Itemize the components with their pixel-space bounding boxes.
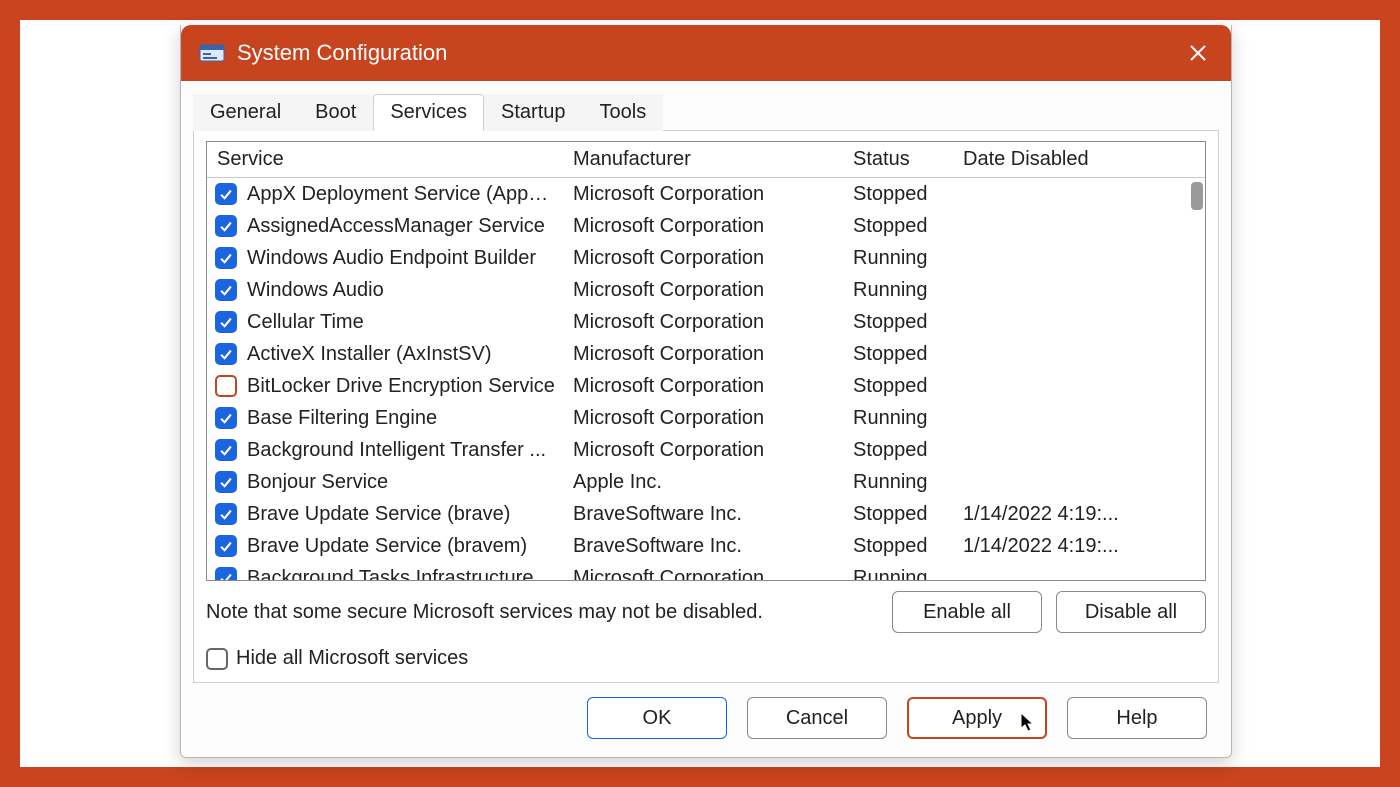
service-manufacturer: BraveSoftware Inc. <box>567 503 847 526</box>
service-name: BitLocker Drive Encryption Service <box>247 375 555 398</box>
service-checkbox[interactable] <box>215 375 237 397</box>
dialog-footer: OK Cancel Apply Help <box>193 683 1219 743</box>
service-checkbox[interactable] <box>215 471 237 493</box>
service-name: Windows Audio Endpoint Builder <box>247 247 536 270</box>
tab-startup[interactable]: Startup <box>484 94 582 131</box>
tab-tools[interactable]: Tools <box>583 94 664 131</box>
note-text: Note that some secure Microsoft services… <box>206 601 878 624</box>
service-row[interactable]: Cellular Time Microsoft CorporationStoppe… <box>207 306 1205 338</box>
service-manufacturer: Microsoft Corporation <box>567 183 847 206</box>
apply-button-label: Apply <box>952 707 1002 730</box>
service-name: Base Filtering Engine <box>247 407 437 430</box>
service-status: Running <box>847 279 957 302</box>
service-status: Running <box>847 247 957 270</box>
service-checkbox[interactable] <box>215 215 237 237</box>
hide-ms-services-checkbox[interactable] <box>206 648 228 670</box>
service-status: Stopped <box>847 343 957 366</box>
service-row[interactable]: AppX Deployment Service (AppX... Microsof… <box>207 178 1205 210</box>
column-header-date-disabled[interactable]: Date Disabled <box>957 148 1205 171</box>
service-manufacturer: BraveSoftware Inc. <box>567 535 847 558</box>
apply-button[interactable]: Apply <box>907 697 1047 739</box>
cancel-button[interactable]: Cancel <box>747 697 887 739</box>
ok-button[interactable]: OK <box>587 697 727 739</box>
service-date-disabled: 1/14/2022 4:19:... <box>957 535 1205 558</box>
help-button[interactable]: Help <box>1067 697 1207 739</box>
service-row[interactable]: ActiveX Installer (AxInstSV) Microsoft Co… <box>207 338 1205 370</box>
service-manufacturer: Microsoft Corporation <box>567 247 847 270</box>
service-name: Windows Audio <box>247 279 384 302</box>
tab-services[interactable]: Services <box>373 94 484 131</box>
tab-general[interactable]: General <box>193 94 298 131</box>
close-button[interactable] <box>1183 38 1213 68</box>
service-manufacturer: Microsoft Corporation <box>567 567 847 581</box>
service-row[interactable]: Background Tasks Infrastructure Microsoft… <box>207 562 1205 580</box>
service-manufacturer: Microsoft Corporation <box>567 407 847 430</box>
service-status: Running <box>847 407 957 430</box>
service-row[interactable]: Base Filtering Engine Microsoft Corporati… <box>207 402 1205 434</box>
service-status: Stopped <box>847 311 957 334</box>
service-manufacturer: Microsoft Corporation <box>567 343 847 366</box>
tab-boot[interactable]: Boot <box>298 94 373 131</box>
service-name: ActiveX Installer (AxInstSV) <box>247 343 492 366</box>
service-name: Cellular Time <box>247 311 364 334</box>
service-row[interactable]: Bonjour Service Apple Inc.Running <box>207 466 1205 498</box>
service-status: Stopped <box>847 215 957 238</box>
service-status: Stopped <box>847 439 957 462</box>
window-title: System Configuration <box>237 40 447 66</box>
service-status: Stopped <box>847 183 957 206</box>
service-row[interactable]: Windows Audio Microsoft CorporationRunnin… <box>207 274 1205 306</box>
disable-all-button[interactable]: Disable all <box>1056 591 1206 633</box>
service-manufacturer: Microsoft Corporation <box>567 279 847 302</box>
service-status: Stopped <box>847 503 957 526</box>
service-name: Brave Update Service (brave) <box>247 503 510 526</box>
service-status: Running <box>847 471 957 494</box>
service-row[interactable]: Background Intelligent Transfer ... Micro… <box>207 434 1205 466</box>
service-manufacturer: Microsoft Corporation <box>567 215 847 238</box>
service-checkbox[interactable] <box>215 567 237 580</box>
service-checkbox[interactable] <box>215 183 237 205</box>
hide-ms-services-label: Hide all Microsoft services <box>236 647 468 670</box>
service-checkbox[interactable] <box>215 279 237 301</box>
service-row[interactable]: Brave Update Service (brave) BraveSoftwar… <box>207 498 1205 530</box>
column-header-manufacturer[interactable]: Manufacturer <box>567 148 847 171</box>
service-checkbox[interactable] <box>215 311 237 333</box>
column-header-status[interactable]: Status <box>847 148 957 171</box>
service-row[interactable]: AssignedAccessManager Service Microsoft C… <box>207 210 1205 242</box>
service-checkbox[interactable] <box>215 503 237 525</box>
service-row[interactable]: Brave Update Service (bravem) BraveSoftwa… <box>207 530 1205 562</box>
service-name: AppX Deployment Service (AppX... <box>247 183 557 206</box>
services-pane: Service Manufacturer Status Date Disable… <box>193 131 1219 683</box>
titlebar: System Configuration <box>181 25 1231 81</box>
list-header: Service Manufacturer Status Date Disable… <box>207 142 1205 178</box>
column-header-service[interactable]: Service <box>207 148 567 171</box>
service-manufacturer: Microsoft Corporation <box>567 375 847 398</box>
service-row[interactable]: BitLocker Drive Encryption Service Micros… <box>207 370 1205 402</box>
service-status: Stopped <box>847 535 957 558</box>
tab-strip: GeneralBootServicesStartupTools <box>193 91 1219 131</box>
service-checkbox[interactable] <box>215 439 237 461</box>
services-listbox[interactable]: Service Manufacturer Status Date Disable… <box>206 141 1206 581</box>
service-manufacturer: Apple Inc. <box>567 471 847 494</box>
system-configuration-dialog: System Configuration GeneralBootServices… <box>180 25 1232 758</box>
service-manufacturer: Microsoft Corporation <box>567 311 847 334</box>
service-checkbox[interactable] <box>215 247 237 269</box>
msconfig-icon <box>199 42 225 64</box>
service-checkbox[interactable] <box>215 343 237 365</box>
service-name: Background Intelligent Transfer ... <box>247 439 546 462</box>
service-name: Bonjour Service <box>247 471 388 494</box>
service-manufacturer: Microsoft Corporation <box>567 439 847 462</box>
service-status: Stopped <box>847 375 957 398</box>
service-status: Running <box>847 567 957 581</box>
service-date-disabled: 1/14/2022 4:19:... <box>957 503 1205 526</box>
service-checkbox[interactable] <box>215 535 237 557</box>
service-row[interactable]: Windows Audio Endpoint Builder Microsoft … <box>207 242 1205 274</box>
service-name: Brave Update Service (bravem) <box>247 535 527 558</box>
cursor-icon <box>1021 713 1037 733</box>
service-name: AssignedAccessManager Service <box>247 215 545 238</box>
service-name: Background Tasks Infrastructure <box>247 567 533 581</box>
service-checkbox[interactable] <box>215 407 237 429</box>
enable-all-button[interactable]: Enable all <box>892 591 1042 633</box>
scrollbar-thumb[interactable] <box>1191 182 1203 210</box>
